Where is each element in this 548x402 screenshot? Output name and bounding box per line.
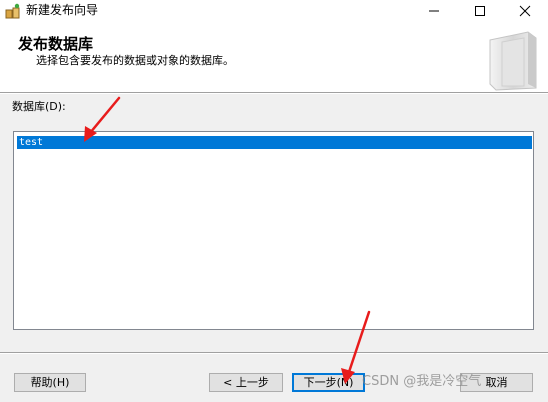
annotation-arrows [84, 96, 371, 384]
arrow-icon [84, 96, 121, 142]
arrow-icon [341, 310, 371, 384]
